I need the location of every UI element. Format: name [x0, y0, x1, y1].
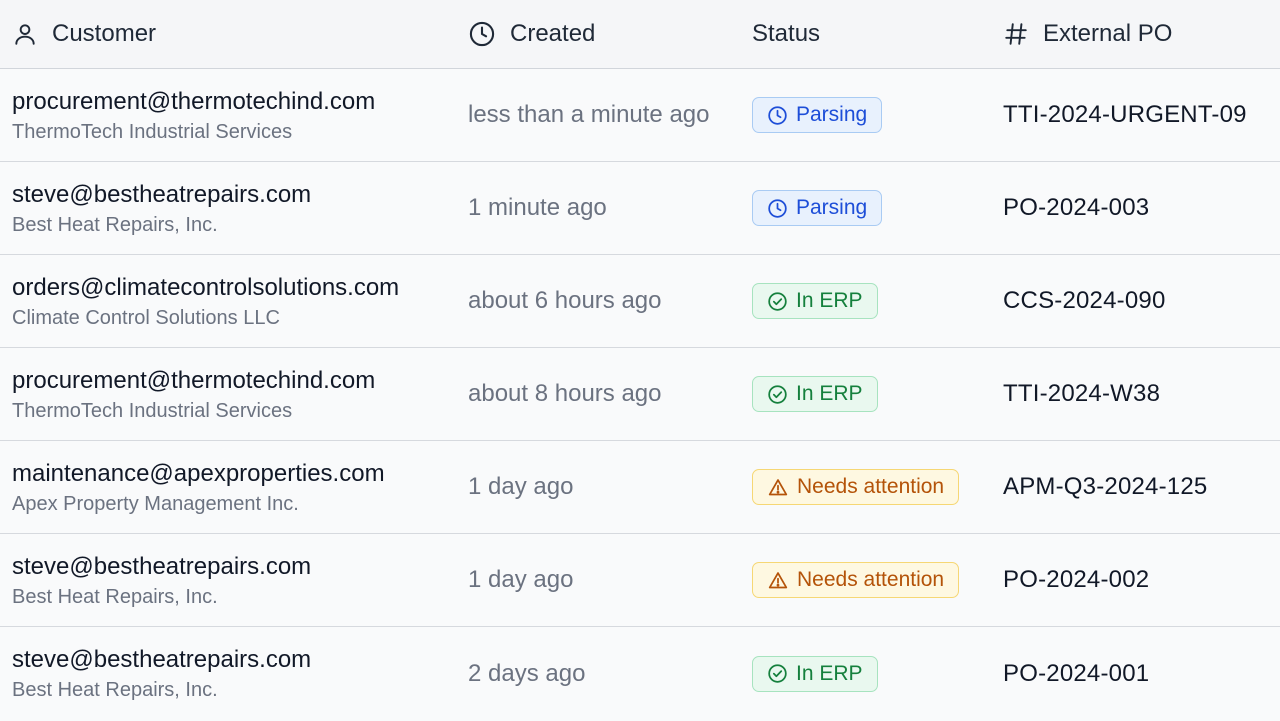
table-row[interactable]: steve@bestheatrepairs.com Best Heat Repa…: [0, 627, 1280, 720]
customer-cell: procurement@thermotechind.com ThermoTech…: [12, 88, 375, 144]
customer-company: Climate Control Solutions LLC: [12, 307, 280, 329]
table-row[interactable]: procurement@thermotechind.com ThermoTech…: [0, 348, 1280, 441]
status-cell: In ERP: [752, 348, 878, 440]
table-row[interactable]: steve@bestheatrepairs.com Best Heat Repa…: [0, 162, 1280, 255]
check-circle-icon: [767, 384, 788, 405]
status-badge-label: In ERP: [796, 382, 863, 405]
customer-cell: procurement@thermotechind.com ThermoTech…: [12, 367, 375, 423]
status-cell: Parsing: [752, 69, 883, 161]
customer-company: Apex Property Management Inc.: [12, 493, 299, 515]
created-cell: about 8 hours ago: [468, 380, 662, 407]
customer-email: steve@bestheatrepairs.com: [12, 553, 312, 580]
status-badge: Parsing: [752, 190, 883, 226]
column-header-status-label: Status: [752, 20, 821, 47]
clock-icon: [767, 105, 788, 126]
status-badge-label: In ERP: [796, 289, 863, 312]
status-badge-label: Needs attention: [797, 475, 945, 498]
status-badge: In ERP: [752, 283, 878, 319]
warning-icon: [767, 477, 789, 498]
external-po-cell: PO-2024-001: [1003, 659, 1150, 687]
status-cell: Needs attention: [752, 441, 960, 533]
customer-email: steve@bestheatrepairs.com: [12, 181, 312, 208]
status-badge: In ERP: [752, 655, 878, 692]
customer-email: procurement@thermotechind.com: [12, 88, 376, 115]
table-row[interactable]: procurement@thermotechind.com ThermoTech…: [0, 69, 1280, 162]
status-badge: In ERP: [752, 376, 878, 412]
column-header-created-label: Created: [510, 20, 596, 47]
table-header: Customer Created Status External PO: [0, 0, 1280, 69]
customer-company: Best Heat Repairs, Inc.: [12, 679, 218, 701]
customer-company: Best Heat Repairs, Inc.: [12, 214, 218, 236]
customer-company: ThermoTech Industrial Services: [12, 400, 293, 422]
user-icon: [15, 24, 35, 45]
status-badge-label: Parsing: [796, 196, 868, 219]
created-cell: less than a minute ago: [468, 101, 710, 128]
customer-cell: steve@bestheatrepairs.com Best Heat Repa…: [12, 181, 311, 237]
external-po-cell: TTI-2024-URGENT-09: [1003, 101, 1247, 128]
created-cell: 1 day ago: [468, 566, 574, 593]
status-badge-label: Parsing: [796, 103, 868, 126]
status-cell: Needs attention: [752, 534, 960, 626]
customer-cell: steve@bestheatrepairs.com Best Heat Repa…: [12, 553, 311, 609]
created-cell: 1 minute ago: [468, 194, 607, 221]
customer-company: Best Heat Repairs, Inc.: [12, 586, 218, 608]
customer-email: maintenance@apexproperties.com: [12, 460, 385, 487]
external-po-cell: PO-2024-003: [1003, 194, 1150, 221]
status-badge-label: In ERP: [796, 661, 863, 685]
check-circle-icon: [767, 291, 788, 312]
status-badge: Needs attention: [752, 562, 960, 598]
orders-table: Customer Created Status External PO proc…: [0, 0, 1280, 721]
column-header-customer-label: Customer: [52, 20, 157, 47]
table-row[interactable]: steve@bestheatrepairs.com Best Heat Repa…: [0, 534, 1280, 627]
customer-cell: orders@climatecontrolsolutions.com Clima…: [12, 274, 399, 330]
created-cell: 2 days ago: [468, 659, 586, 687]
status-badge: Needs attention: [752, 469, 960, 505]
created-cell: about 6 hours ago: [468, 287, 662, 314]
external-po-cell: CCS-2024-090: [1003, 287, 1166, 314]
created-cell: 1 day ago: [468, 473, 574, 500]
table-row[interactable]: maintenance@apexproperties.com Apex Prop…: [0, 441, 1280, 534]
customer-email: procurement@thermotechind.com: [12, 367, 376, 394]
check-circle-icon: [767, 663, 788, 684]
clock-icon: [469, 21, 495, 47]
customer-email: orders@climatecontrolsolutions.com: [12, 274, 400, 301]
table-row[interactable]: orders@climatecontrolsolutions.com Clima…: [0, 255, 1280, 348]
clock-icon: [767, 198, 788, 219]
status-badge-label: Needs attention: [797, 568, 945, 591]
status-badge: Parsing: [752, 97, 883, 133]
hash-icon: [1005, 23, 1027, 45]
warning-icon: [767, 570, 789, 591]
status-cell: In ERP: [752, 627, 878, 720]
external-po-cell: TTI-2024-W38: [1003, 380, 1161, 407]
status-cell: In ERP: [752, 255, 878, 347]
customer-company: ThermoTech Industrial Services: [12, 121, 293, 143]
external-po-cell: APM-Q3-2024-125: [1003, 473, 1208, 500]
external-po-cell: PO-2024-002: [1003, 566, 1150, 593]
table-body: procurement@thermotechind.com ThermoTech…: [0, 69, 1280, 720]
customer-email: steve@bestheatrepairs.com: [12, 646, 312, 673]
customer-cell: steve@bestheatrepairs.com Best Heat Repa…: [12, 646, 311, 702]
customer-cell: maintenance@apexproperties.com Apex Prop…: [12, 460, 385, 516]
column-header-external-po-label: External PO: [1043, 20, 1173, 47]
status-cell: Parsing: [752, 162, 883, 254]
